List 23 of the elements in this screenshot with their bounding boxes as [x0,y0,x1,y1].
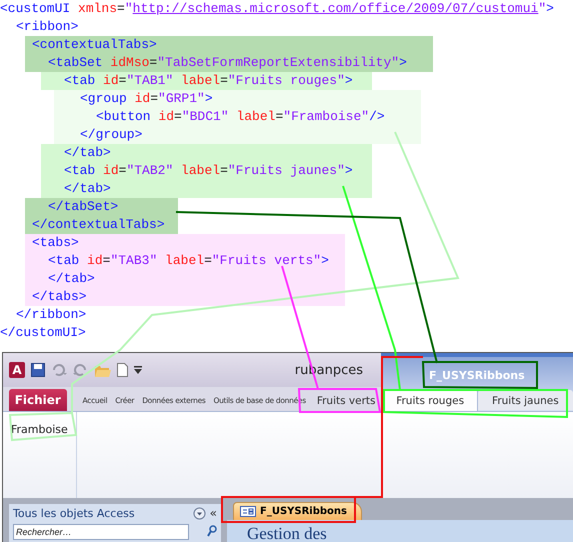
code-line: <customUI xmlns="http://schemas.microsoft.com/office/2009/07/customui"> [0,0,555,18]
highlight-frame [8,412,78,442]
save-icon[interactable] [31,363,45,377]
file-tab[interactable]: Fichier [9,389,67,411]
ribbon-tab[interactable]: Fruits verts [310,390,383,410]
code-line: </ribbon> [15,306,88,324]
app-logo: A [9,362,25,378]
contextual-group-label: F_USYSRibbons [428,368,526,383]
url-link[interactable]: http://schemas.microsoft.com/office/2009/07/customui [132,1,538,16]
nav-pane-title: Tous les objets Access [13,506,136,520]
contextual-tab[interactable]: Fruits jaunes [478,390,573,410]
dropdown-icon[interactable] [134,365,142,375]
code-line: <ribbon> [15,18,80,36]
search-icon[interactable] [207,525,217,537]
ribbon-button[interactable]: Framboise [9,421,70,438]
chevron-down-icon[interactable] [192,506,206,520]
form-icon [240,506,256,517]
search-field[interactable]: Rechercher… [13,524,189,540]
document-tab[interactable]: F_USYSRibbons [233,502,362,520]
code-line: </customUI> [0,324,87,342]
form-heading: Gestion des [247,523,328,542]
document-icon[interactable] [117,363,128,377]
collapse-button[interactable]: « [210,506,217,520]
